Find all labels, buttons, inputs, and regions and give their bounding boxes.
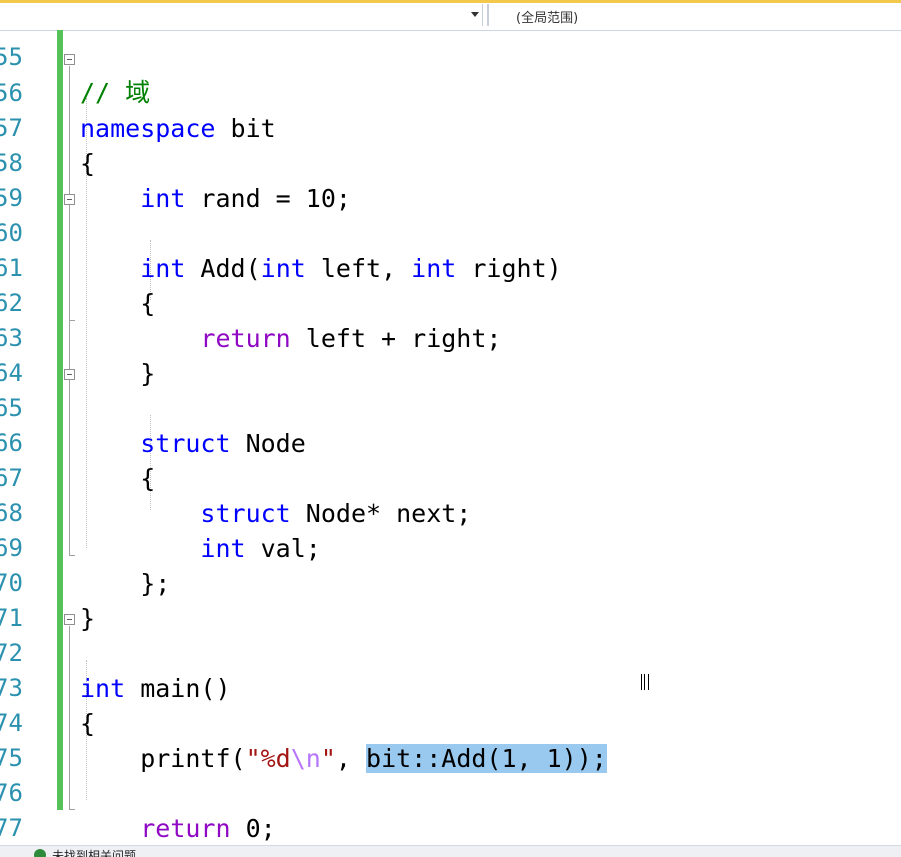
code-line: 68 int val;: [0, 461, 901, 563]
code-line: 63 }: [0, 286, 901, 388]
code-line: 75: [0, 706, 901, 772]
line-number: 77: [0, 814, 23, 842]
code-line: 72 int main(): [0, 601, 901, 703]
code-line: 71: [0, 566, 901, 632]
chevron-down-icon[interactable]: [471, 12, 479, 17]
code-line: 67 struct Node* next;: [0, 426, 901, 528]
code-line: 59: [0, 146, 901, 212]
code-line: 60 int Add(int left, int right): [0, 181, 901, 283]
ibeam-cursor-icon: [641, 674, 649, 690]
code-line: 57 {: [0, 76, 901, 178]
scope-dropdown[interactable]: (全局范围): [487, 4, 901, 26]
code-line: 74 printf("%d\n", bit::Add(1, 1));: [0, 671, 901, 773]
code-line: 65 struct Node: [0, 356, 901, 458]
code-line: 70 }: [0, 531, 901, 633]
code-line: 76 return 0;: [0, 741, 901, 843]
code-line: 61 {: [0, 216, 901, 318]
code-line: 55 // 域: [0, 30, 901, 107]
navigation-bar: (全局范围): [0, 0, 901, 31]
code-line: 62 return left + right;: [0, 251, 901, 353]
scope-label: (全局范围): [516, 11, 579, 26]
code-line: 69 };: [0, 496, 901, 598]
member-dropdown[interactable]: [0, 4, 483, 26]
code-editor[interactable]: 55 // 域 56 namespace bit 57 { 58 int ran…: [0, 30, 901, 845]
status-bar: 未找到相关问题: [0, 845, 901, 857]
code-line: 66 {: [0, 391, 901, 493]
code-line: 56 namespace bit: [0, 41, 901, 143]
title-accent-strip: [0, 0, 901, 3]
code-line: 77 }: [0, 776, 901, 842]
code-text: return 0;: [140, 814, 276, 843]
code-line: 64: [0, 321, 901, 387]
code-line: 58 int rand = 10;: [0, 111, 901, 213]
code-line: 73 {: [0, 636, 901, 738]
